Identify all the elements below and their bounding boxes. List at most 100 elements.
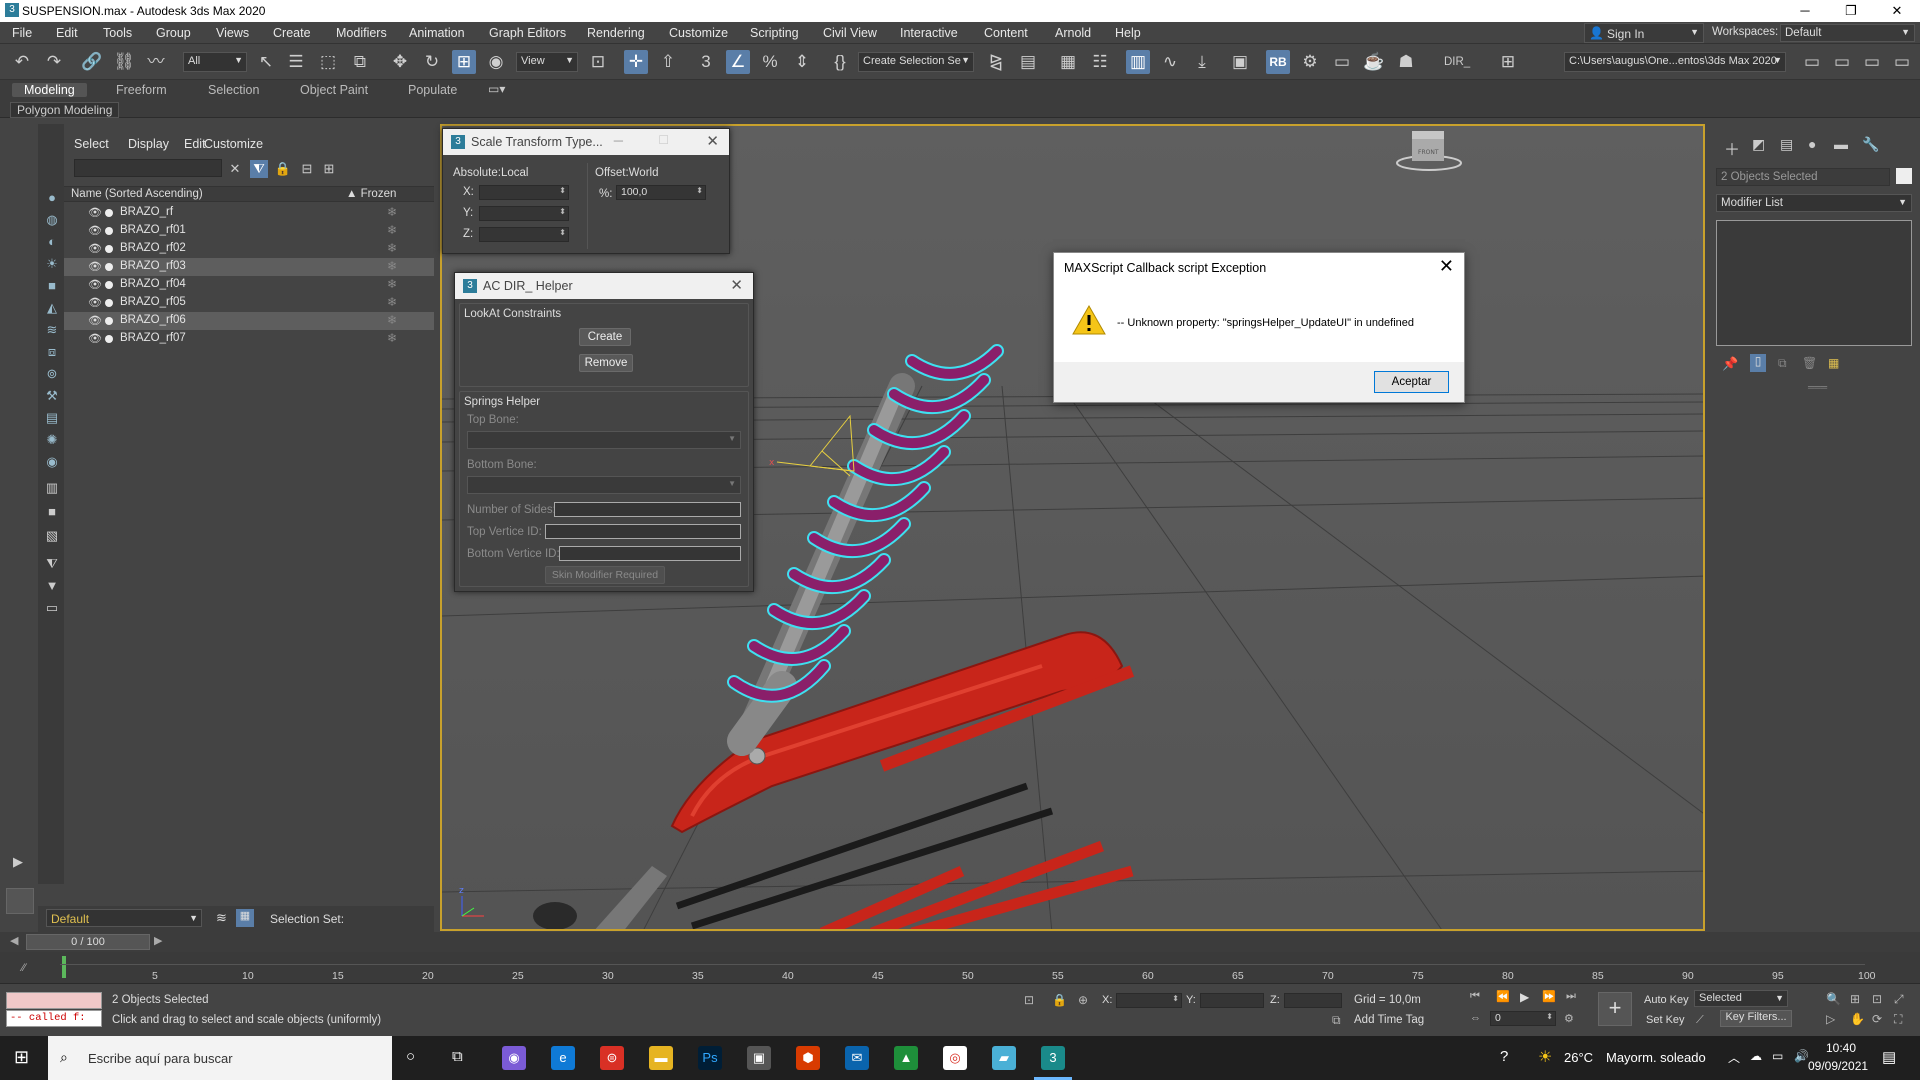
eye-icon[interactable]: 👁 [88,296,102,309]
onedrive-icon[interactable]: ☁ [1750,1049,1762,1063]
app-icon-messenger[interactable]: ◉ [502,1046,526,1070]
unlink-icon[interactable]: ⛓ [112,50,136,74]
place-icon[interactable]: ◉ [484,50,508,74]
cortana-icon[interactable]: ○ [406,1048,415,1065]
pin-stack-icon[interactable]: 📌 [1722,356,1738,372]
task-view-icon[interactable]: ⧉ [452,1048,463,1065]
menu-rendering[interactable]: Rendering [587,26,645,40]
z-spinner[interactable]: ⬍ [479,227,569,242]
set-key-button[interactable]: Set Key [1646,1014,1685,1026]
prev-frame-arrow-icon[interactable]: ◀ [10,934,18,947]
list-item-selected[interactable]: 👁 BRAZO_rf06 ❄ [64,312,434,330]
zoom-all-icon[interactable]: ⊞ [1850,992,1860,1006]
material-editor-icon[interactable]: ▣ [1228,50,1252,74]
mail-icon[interactable]: ✉ [845,1046,869,1070]
create-button[interactable]: Create [579,328,631,346]
list-item[interactable]: 👁 BRAZO_rf05 ❄ [64,294,434,312]
remove-modifier-icon[interactable]: 🗑 [1802,356,1817,370]
display-spacewarps-icon[interactable]: ≋ [44,322,60,338]
spinner-arrows-icon[interactable]: ⬍ [559,207,566,216]
menu-group[interactable]: Group [156,26,191,40]
y-spinner[interactable]: ⬍ [479,206,569,221]
angle-snap-icon[interactable]: ∠ [726,50,750,74]
motion-tab-icon[interactable]: ● [1808,136,1816,152]
explorer-menu-display[interactable]: Display [128,137,169,151]
zoom-extents-icon[interactable]: ⊡ [1872,992,1882,1006]
next-frame-arrow-icon[interactable]: ▶ [154,934,162,947]
explorer-menu-select[interactable]: Select [74,137,109,151]
store-icon[interactable]: ▣ [747,1046,771,1070]
frozen-icon[interactable]: ❄ [387,241,397,255]
bottom-vertex-field[interactable] [559,546,741,561]
project-open-icon[interactable]: ▭ [1830,50,1854,74]
menu-graph-editors[interactable]: Graph Editors [489,26,566,40]
list-item[interactable]: 👁 BRAZO_rf02 ❄ [64,240,434,258]
app-icon-green[interactable]: ▲ [894,1046,918,1070]
z-coord-field[interactable] [1284,993,1342,1008]
list-item[interactable]: 👁 BRAZO_rf07 ❄ [64,330,434,348]
menu-customize[interactable]: Customize [669,26,728,40]
modify-tab-icon[interactable]: ◩ [1752,136,1765,153]
network-icon[interactable]: ▭ [1772,1049,1783,1063]
key-filters-button[interactable]: Key Filters... [1720,1010,1792,1027]
rb-plugin-icon[interactable]: RB [1266,50,1290,74]
next-frame-icon[interactable]: ⏩ [1542,990,1556,1003]
eye-icon[interactable]: 👁 [88,206,102,219]
spinner-arrows-icon[interactable]: ⬍ [696,186,703,195]
key-mode-dropdown[interactable]: Selected ▼ [1694,990,1788,1007]
render-production-icon[interactable]: ☕ [1362,50,1386,74]
render-dot-icon[interactable] [105,245,113,253]
isolate-selection-icon[interactable]: ⊡ [1024,993,1034,1007]
modifier-stack[interactable] [1716,220,1912,346]
weather-text[interactable]: Mayorm. soleado [1606,1050,1706,1065]
funnel-icon[interactable]: ▼ [44,578,60,594]
pan-icon[interactable]: ✋ [1850,1012,1865,1026]
menu-help[interactable]: Help [1115,26,1141,40]
auto-key-button[interactable]: Auto Key [1644,994,1689,1006]
top-vertex-field[interactable] [545,524,741,539]
frozen-icon[interactable]: ❄ [387,295,397,309]
chrome-icon[interactable]: ◎ [943,1046,967,1070]
notifications-icon[interactable]: ▤ [1882,1048,1896,1066]
menu-file[interactable]: File [12,26,32,40]
project-path-dropdown[interactable]: C:\Users\augus\One...entos\3ds Max 2020 ▼ [1564,52,1786,72]
display-xrefs-icon[interactable]: ⊚ [44,366,60,382]
list-item[interactable]: 👁 BRAZO_rf ❄ [64,204,434,222]
list-item-selected[interactable]: 👁 BRAZO_rf03 ❄ [64,258,434,276]
zoom-icon[interactable]: 🔍 [1826,992,1841,1006]
frozen-icon[interactable]: ❄ [387,205,397,219]
object-name-field[interactable]: 2 Objects Selected [1716,168,1890,186]
percent-spinner[interactable]: 100,0 ⬍ [616,185,706,200]
panel-divider-grip[interactable]: ═══ [1808,382,1827,392]
frozen-icon[interactable]: ❄ [387,223,397,237]
keyboard-shortcut-override-icon[interactable]: ⇧ [656,50,680,74]
object-color-swatch[interactable] [1896,168,1912,184]
expand-arrow-icon[interactable]: ▶ [10,854,26,870]
menu-edit[interactable]: Edit [56,26,78,40]
sign-in-dropdown[interactable]: 👤 Sign In ▼ [1584,23,1704,43]
menu-views[interactable]: Views [216,26,249,40]
rotate-icon[interactable]: ↻ [420,50,444,74]
workspace-dropdown[interactable]: Default ▼ [1780,24,1915,42]
display-containers-icon[interactable]: ▤ [44,410,60,426]
display-invert-icon[interactable]: ▧ [44,528,60,544]
taskbar-search-input[interactable]: ⌕ Escribe aquí para buscar [48,1036,392,1080]
dir-script-button[interactable]: DIR_ [1444,56,1470,68]
remove-button[interactable]: Remove [579,354,633,372]
maxscript-listener-bottom[interactable]: -- called f: [6,1010,102,1027]
display-geometry-icon[interactable]: ◍ [44,212,60,228]
display-visibility-icon[interactable]: ◉ [44,454,60,470]
spinner-arrows-icon[interactable]: ⬍ [559,228,566,237]
time-slider-thumb[interactable]: 0 / 100 [26,934,150,950]
column-name[interactable]: Name (Sorted Ascending) [71,188,203,200]
tab-modeling[interactable]: Modeling [12,83,87,97]
frozen-icon[interactable]: ❄ [387,277,397,291]
key-tangent-icon[interactable]: ⟋ [1696,1014,1704,1027]
layer-view-icon[interactable]: ⊞ [320,160,338,178]
polygon-modeling-panel[interactable]: Polygon Modeling [10,102,120,118]
render-dot-icon[interactable] [105,227,113,235]
app-icon-red[interactable]: ⊜ [600,1046,624,1070]
ok-button[interactable]: Aceptar [1374,371,1449,393]
render-setup-icon[interactable]: ⚙ [1298,50,1322,74]
display-none-icon[interactable]: ● [44,190,60,206]
